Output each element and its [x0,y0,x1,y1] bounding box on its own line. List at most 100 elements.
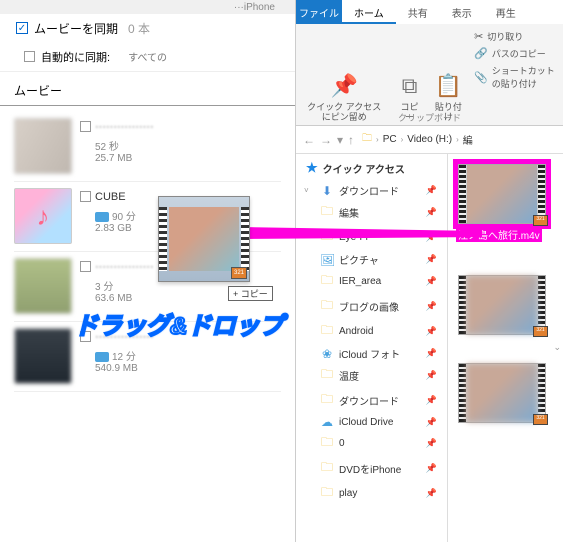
ribbon-tab-share[interactable]: 共有 [396,0,440,24]
drag-copy-tooltip: + コピー [228,286,273,301]
ribbon-tab-bar: ホーム 共有 表示 再生 [342,0,563,24]
folder-icon: ☁ [320,415,334,429]
breadcrumb-drive[interactable]: Video (H:) [407,134,452,145]
mpc-badge-icon: 321 [533,414,548,425]
ribbon-tab-play[interactable]: 再生 [484,0,528,24]
movie-title: ················ [95,121,154,133]
folder-icon: 🗀 [320,227,334,248]
ribbon-tab-view[interactable]: 表示 [440,0,484,24]
sync-count: 0 本 [128,20,150,37]
pin-icon: 📌 [426,276,437,287]
nav-toolbar: ← → ▾ ↑ 🗀 › PC › Video (H:) › 編 [296,126,563,154]
folder-icon: 🗀 [320,296,334,317]
folder-icon: 🗀 [320,202,334,223]
folder-icon: ❀ [320,347,334,361]
ribbon-pin-button[interactable]: 📌 クイック アクセスにピン留め [296,24,392,125]
nav-back-button[interactable]: ← [302,133,316,147]
drag-drop-annotation: ドラッグ&ドロップ [74,306,283,341]
nav-history-button[interactable]: ▾ [336,133,344,147]
ribbon-copy-path-button[interactable]: 🔗パスのコピー [474,47,546,60]
tree-node[interactable]: ˅⬇ダウンロード📌 [306,181,443,200]
address-bar[interactable]: 🗀 › PC › Video (H:) › 編 [362,131,473,148]
ribbon-paste-button[interactable]: 📋 貼り付け [427,24,470,125]
mpc-badge-icon: 321 [533,326,548,337]
file-content-area[interactable]: 321江ノ島へ旅行.m4v321321 [448,154,563,542]
tree-node[interactable]: ❀iCloud フォト📌 [306,344,443,363]
tree-node-label: 編集 [339,205,359,220]
auto-sync-checkbox[interactable] [24,51,35,62]
path-icon: 🔗 [474,47,488,60]
pin-icon: 📌 [426,301,437,312]
file-name: 江ノ島へ旅行.m4v [456,227,542,242]
ribbon-paste-shortcut-button[interactable]: 📎ショートカットの貼り付け [474,64,559,90]
tree-node[interactable]: 🗀DVDをiPhone📌 [306,456,443,481]
movie-list: ················ 52 秒 25.7 MB CUBE 90 分 … [0,112,295,392]
ribbon-clipboard-group: 📌 クイック アクセスにピン留め ⧉ コピー 📋 貼り付け ✂切り取り 🔗パスの… [296,24,563,126]
auto-sync-dropdown[interactable]: すべての [128,49,185,64]
tree-node[interactable]: 🗀play📌 [306,481,443,506]
tree-node-label: play [339,488,357,499]
pin-icon: 📌 [426,185,437,196]
folder-icon: 🗀 [320,433,334,454]
auto-sync-label: 自動的に同期: [41,49,110,65]
sync-movies-row[interactable]: ✓ ムービーを同期 0 本 [0,14,295,42]
ribbon-copy-button[interactable]: ⧉ コピー [392,24,426,125]
file-explorer-window: ファイル ホーム 共有 表示 再生 📌 クイック アクセスにピン留め ⧉ コピー… [296,0,563,542]
tree-node-label: IER_area [339,276,381,287]
file-item[interactable]: 321 [454,363,550,423]
tree-node-label: 温度 [339,368,359,383]
movie-size: 25.7 MB [95,153,281,164]
breadcrumb-folder[interactable]: 編 [463,132,473,147]
tree-node[interactable]: ☁iCloud Drive📌 [306,413,443,431]
quick-access-header[interactable]: ★ クイック アクセス [306,160,443,176]
tree-node[interactable]: 🗀ブログの画像📌 [306,294,443,319]
tree-node-label: iCloud Drive [339,417,393,428]
sync-checkbox[interactable]: ✓ [16,22,28,34]
ribbon-tab-home[interactable]: ホーム [342,0,396,24]
nav-forward-button[interactable]: → [319,133,333,147]
nav-up-button[interactable]: ↑ [347,133,355,147]
pin-icon: 📌 [426,370,437,381]
tree-node[interactable]: 🗀Eye-Fi📌 [306,225,443,250]
pin-icon: 📌 [426,254,437,265]
tree-node[interactable]: 🗀 Android 📌 [306,319,443,344]
pin-icon: 📌 [426,326,437,337]
ribbon-cut-button[interactable]: ✂切り取り [474,30,523,43]
itunes-sync-pane: ···iPhone ✓ ムービーを同期 0 本 自動的に同期: すべての ムービ… [0,0,296,542]
ribbon-tab-file[interactable]: ファイル [296,0,342,24]
folder-icon: 🗀 [362,131,372,148]
tree-node[interactable]: 🗀 IER_area 📌 [306,269,443,294]
cut-icon: ✂ [474,30,483,43]
folder-icon: 🗀 [320,321,334,342]
tree-node[interactable]: 🖼ピクチャ📌 [306,250,443,269]
movie-duration: 52 秒 [95,138,281,153]
paste-icon: 📋 [435,71,462,101]
tree-node-label: Eye-Fi [339,232,368,243]
tree-node-label: DVDをiPhone [339,461,401,476]
hd-badge [95,212,109,222]
movie-item-checkbox[interactable] [80,261,91,272]
file-item[interactable]: 321江ノ島へ旅行.m4v [454,164,550,247]
movie-thumbnail [14,328,72,384]
mpc-badge-icon: 321 [533,215,548,226]
movie-item-checkbox[interactable] [80,121,91,132]
file-item[interactable]: 321 [454,275,550,335]
tree-node-label: Android [339,326,373,337]
movie-thumbnail [14,118,72,174]
pin-icon: 📌 [426,395,437,406]
movie-duration: 90 分 [112,212,136,223]
tree-node[interactable]: 🗀温度📌 [306,363,443,388]
movie-title: CUBE [95,191,126,203]
tree-node[interactable]: 🗀 ダウンロード 📌 [306,388,443,413]
movie-item[interactable]: ················ 52 秒 25.7 MB [14,112,281,182]
movie-size: 540.9 MB [95,363,281,374]
breadcrumb-pc[interactable]: PC [383,134,397,145]
tree-node-label: ダウンロード [339,393,399,408]
movie-item-checkbox[interactable] [80,191,91,202]
folder-icon: 🗀 [320,390,334,411]
folder-icon: ⬇ [320,184,334,198]
tree-node[interactable]: 🗀 編集 📌 [306,200,443,225]
tree-node[interactable]: 🗀0📌 [306,431,443,456]
pin-icon: 📌 [426,207,437,218]
folder-icon: 🗀 [320,271,334,292]
